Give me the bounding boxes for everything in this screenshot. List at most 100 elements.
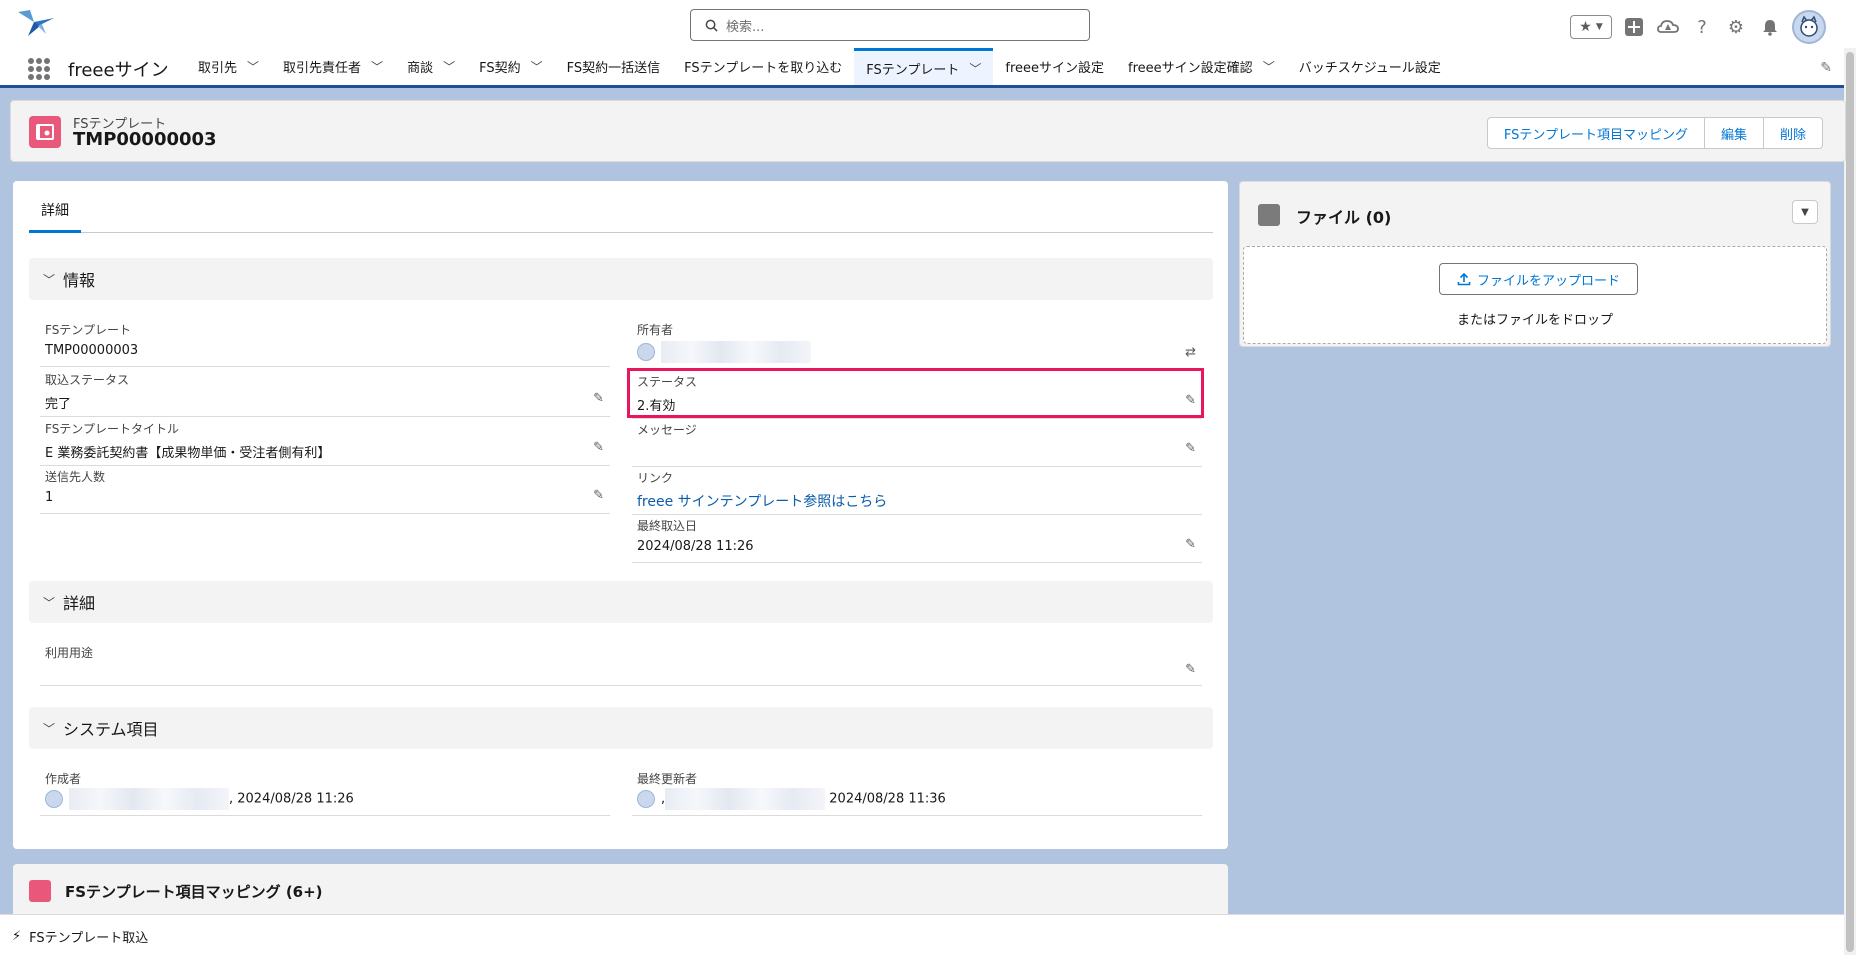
- nav-item-contacts[interactable]: 取引先責任者 ﹀: [271, 48, 395, 85]
- tab-details[interactable]: 詳細: [29, 189, 81, 233]
- nav-item-label: FS契約一括送信: [566, 61, 661, 76]
- chevron-down-icon[interactable]: ﹀: [969, 60, 981, 77]
- salesforce-logo-icon[interactable]: [16, 6, 56, 42]
- field-label: 作成者: [45, 772, 82, 786]
- field-label: 所有者: [637, 323, 674, 337]
- search-placeholder: 検索...: [726, 19, 765, 35]
- field-modified-by: 最終更新者 , 2024/08/28 11:36: [632, 770, 1202, 816]
- field-label: 送信先人数: [45, 470, 106, 484]
- field-recipients: 送信先人数 1 ✎: [40, 468, 610, 514]
- modified-date: 2024/08/28 11:36: [829, 791, 946, 807]
- section-title: 詳細: [63, 594, 96, 613]
- section-detail-header[interactable]: ﹀ 詳細: [29, 581, 1213, 623]
- edit-pencil-icon[interactable]: ✎: [1185, 662, 1196, 677]
- chevron-down-icon[interactable]: ﹀: [1263, 58, 1275, 75]
- nav-item-label: freeeサイン設定確認: [1128, 61, 1253, 76]
- file-dropzone[interactable]: ファイルをアップロード またはファイルをドロップ: [1243, 246, 1827, 344]
- chevron-down-icon[interactable]: ﹀: [247, 58, 259, 75]
- record-header: FSテンプレート TMP00000003 FSテンプレート項目マッピング 編集 …: [10, 100, 1846, 162]
- field-last-import-date: 最終取込日 2024/08/28 11:26 ✎: [632, 517, 1202, 563]
- chevron-down-icon[interactable]: ﹀: [531, 58, 543, 75]
- section-title: システム項目: [63, 720, 159, 739]
- notification-bell-icon[interactable]: [1758, 15, 1782, 39]
- global-actions-plus-icon[interactable]: [1622, 15, 1646, 39]
- trailhead-cloud-icon[interactable]: [1656, 15, 1680, 39]
- app-navigation-bar: freeeサイン 取引先 ﹀ 取引先責任者 ﹀ 商談 ﹀ FS契約 ﹀ FS契約一括送信…: [0, 48, 1856, 88]
- detail-card: 詳細 ﹀ 情報 FSテンプレート TMP00000003 取込ステータス 完了 ✎…: [13, 181, 1228, 849]
- delete-button[interactable]: 削除: [1763, 117, 1823, 149]
- field-message: メッセージ ✎: [632, 421, 1202, 467]
- page-scrollbar[interactable]: [1844, 48, 1856, 955]
- field-label: 最終取込日: [637, 519, 698, 533]
- app-name: freeeサイン: [68, 60, 169, 81]
- scrollbar-thumb[interactable]: [1846, 52, 1854, 952]
- field-template-title: FSテンプレートタイトル E 業務委託契約書【成果物単価・受注者側有利】 ✎: [40, 420, 610, 466]
- user-avatar[interactable]: [1792, 10, 1826, 44]
- edit-pencil-icon[interactable]: ✎: [593, 391, 604, 406]
- field-label: 利用用途: [45, 646, 94, 660]
- global-search-input[interactable]: 検索...: [690, 9, 1090, 41]
- help-question-icon[interactable]: ?: [1690, 15, 1714, 39]
- field-value: [637, 341, 811, 363]
- files-title: ファイル (0): [1296, 208, 1392, 227]
- related-list-card: FSテンプレート項目マッピング (6+): [13, 864, 1228, 914]
- upload-files-button[interactable]: ファイルをアップロード: [1439, 263, 1638, 295]
- setup-gear-icon[interactable]: ⚙: [1724, 15, 1748, 39]
- template-reference-link[interactable]: freee サインテンプレート参照はこちら: [637, 491, 887, 511]
- edit-pencil-icon[interactable]: ✎: [593, 488, 604, 503]
- nav-item-fs-template-import[interactable]: FSテンプレートを取り込む: [672, 48, 854, 85]
- nav-item-freee-settings-check[interactable]: freeeサイン設定確認 ﹀: [1116, 48, 1287, 85]
- nav-item-label: バッチスケジュール設定: [1298, 61, 1441, 76]
- nav-item-batch-schedule[interactable]: バッチスケジュール設定: [1287, 48, 1453, 85]
- field-label: FSテンプレートタイトル: [45, 422, 179, 436]
- record-action-buttons: FSテンプレート項目マッピング 編集 削除: [1486, 117, 1823, 149]
- global-header: 検索... ★ ▼ ? ⚙: [0, 0, 1856, 48]
- nav-item-fs-templates[interactable]: FSテンプレート ﹀: [854, 48, 994, 85]
- edit-pencil-icon[interactable]: ✎: [593, 440, 604, 455]
- field-status: ステータス 2.有効 ✎: [632, 373, 1202, 419]
- edit-pencil-icon[interactable]: ✎: [1185, 537, 1196, 552]
- record-title: TMP00000003: [73, 129, 217, 150]
- nav-item-freee-settings[interactable]: freeeサイン設定: [993, 48, 1116, 85]
- field-value: E 業務委託契約書【成果物単価・受注者側有利】: [45, 446, 331, 461]
- chevron-down-icon[interactable]: ﹀: [371, 58, 383, 75]
- chevron-down-icon[interactable]: ﹀: [443, 58, 455, 75]
- field-created-by: 作成者 , 2024/08/28 11:26: [40, 770, 610, 816]
- field-value: 2.有効: [637, 399, 676, 414]
- utility-bar: ⚡ FSテンプレート取込: [0, 914, 1844, 955]
- field-label: メッセージ: [637, 423, 697, 437]
- fs-template-mapping-icon: [29, 880, 51, 902]
- lightning-bolt-icon: ⚡: [12, 929, 22, 944]
- field-fs-template: FSテンプレート TMP00000003: [40, 321, 610, 367]
- nav-item-label: FS契約: [479, 61, 521, 76]
- nav-item-fs-bulk-send[interactable]: FS契約一括送信: [555, 48, 673, 85]
- files-menu-dropdown-icon[interactable]: ▼: [1792, 200, 1818, 224]
- field-value: TMP00000003: [45, 343, 139, 358]
- utility-item-fs-template-import[interactable]: ⚡ FSテンプレート取込: [12, 927, 148, 946]
- edit-button[interactable]: 編集: [1704, 117, 1764, 149]
- nav-item-accounts[interactable]: 取引先 ﹀: [186, 48, 271, 85]
- field-mapping-button[interactable]: FSテンプレート項目マッピング: [1486, 117, 1705, 149]
- tab-bar: 詳細: [29, 189, 1213, 233]
- related-list-title[interactable]: FSテンプレート項目マッピング (6+): [65, 881, 323, 902]
- edit-pencil-icon[interactable]: ✎: [1185, 441, 1196, 456]
- change-owner-icon[interactable]: ⇄: [1185, 345, 1196, 360]
- upload-label: ファイルをアップロード: [1476, 273, 1620, 289]
- edit-pencil-icon[interactable]: ✎: [1185, 393, 1196, 408]
- edit-nav-pencil-icon[interactable]: ✎: [1820, 60, 1832, 76]
- section-info-header[interactable]: ﹀ 情報: [29, 258, 1213, 300]
- field-value: , 2024/08/28 11:26: [45, 788, 354, 810]
- owner-avatar: [637, 343, 655, 361]
- upload-icon: [1457, 272, 1471, 286]
- section-system-header[interactable]: ﹀ システム項目: [29, 707, 1213, 749]
- nav-item-fs-contracts[interactable]: FS契約 ﹀: [467, 48, 555, 85]
- favorites-star-icon[interactable]: ★ ▼: [1570, 15, 1612, 39]
- nav-item-label: freeeサイン設定: [1005, 61, 1105, 76]
- nav-item-label: 取引先責任者: [283, 61, 362, 76]
- nav-item-label: FSテンプレート: [866, 62, 960, 78]
- field-value: 完了: [45, 397, 72, 412]
- search-icon: [705, 19, 718, 32]
- header-icons: ★ ▼ ? ⚙: [1570, 10, 1826, 44]
- nav-item-opportunities[interactable]: 商談 ﹀: [395, 48, 467, 85]
- app-launcher-waffle-icon[interactable]: [28, 58, 50, 80]
